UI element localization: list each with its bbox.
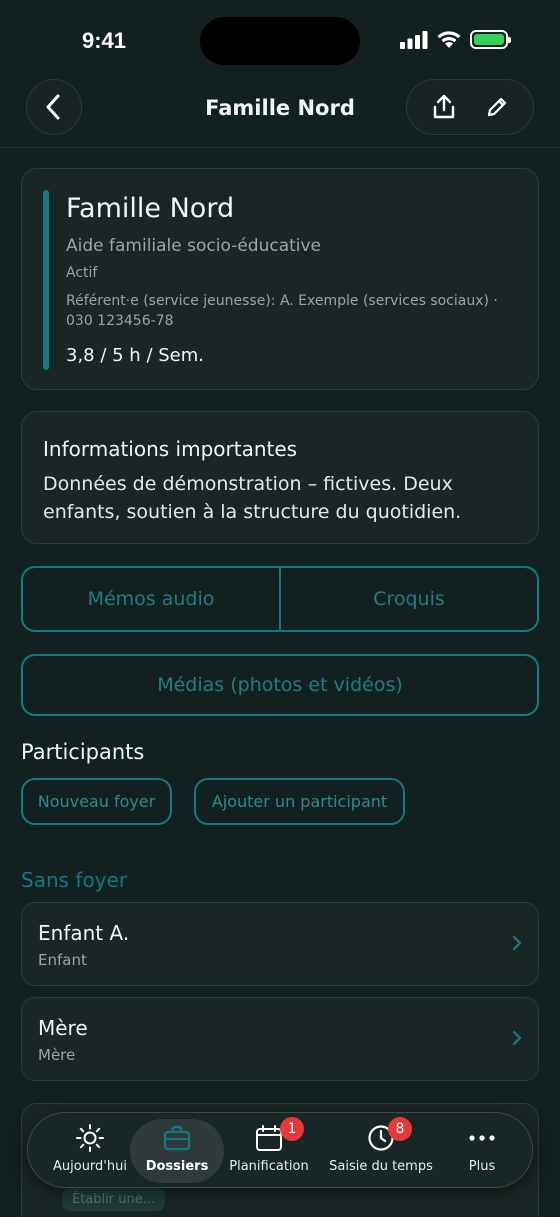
chevron-right-icon bbox=[512, 935, 522, 951]
dynamic-island bbox=[200, 17, 360, 65]
tab-more[interactable]: Plus bbox=[446, 1119, 518, 1183]
family-title: Famille Nord bbox=[66, 193, 235, 224]
tab-dossiers[interactable]: Dossiers bbox=[130, 1119, 224, 1183]
important-info-card: Informations importantes Données de démo… bbox=[21, 411, 539, 544]
participant-name: Enfant A. bbox=[38, 921, 130, 945]
participant-role: Mère bbox=[38, 1046, 76, 1064]
participant-row[interactable]: Mère Mère bbox=[21, 997, 539, 1081]
status-bar: 9:41 bbox=[0, 0, 560, 80]
tab-label: Plus bbox=[468, 1159, 496, 1174]
notification-badge: 8 bbox=[388, 1117, 412, 1141]
participant-name: Mère bbox=[38, 1016, 88, 1040]
navigation-bar: Famille Nord bbox=[0, 76, 560, 148]
info-text: Données de démonstration – fictives. Deu… bbox=[43, 473, 462, 523]
accent-bar bbox=[43, 190, 49, 370]
new-household-button[interactable]: Nouveau foyer bbox=[21, 778, 172, 825]
nav-actions bbox=[406, 79, 534, 135]
tab-label: Dossiers bbox=[145, 1159, 209, 1174]
edit-button[interactable] bbox=[477, 87, 517, 127]
calendar-icon bbox=[256, 1125, 282, 1151]
status-icons bbox=[400, 30, 511, 49]
media-button[interactable]: Médias (photos et vidéos) bbox=[21, 654, 539, 716]
participant-role: Enfant bbox=[38, 951, 87, 969]
notification-badge: 1 bbox=[280, 1117, 304, 1141]
briefcase-icon bbox=[163, 1125, 191, 1151]
status-time: 9:41 bbox=[82, 28, 127, 53]
family-hours: 3,8 / 5 h / Sem. bbox=[66, 345, 204, 366]
notes-segment: Mémos audio Croquis bbox=[21, 566, 539, 632]
tab-planning[interactable]: Planification 1 bbox=[222, 1117, 316, 1183]
wifi-icon bbox=[437, 31, 461, 48]
family-status: Actif bbox=[66, 265, 98, 281]
family-referent: Référent·e (service jeunesse): A. Exempl… bbox=[66, 293, 498, 329]
tab-time-entry[interactable]: Saisie du temps 8 bbox=[326, 1117, 436, 1183]
participant-row[interactable]: Enfant A. Enfant bbox=[21, 902, 539, 986]
chevron-right-icon bbox=[512, 1030, 522, 1046]
sun-icon bbox=[76, 1124, 104, 1152]
more-icon bbox=[469, 1135, 495, 1141]
household-tag: Établir une... bbox=[62, 1188, 166, 1211]
sketch-button[interactable]: Croquis bbox=[281, 568, 537, 630]
family-summary-card: Famille Nord Aide familiale socio-éducat… bbox=[21, 168, 539, 390]
add-participant-button[interactable]: Ajouter un participant bbox=[194, 778, 405, 825]
audio-memos-button[interactable]: Mémos audio bbox=[23, 568, 279, 630]
tab-label: Planification bbox=[229, 1159, 309, 1174]
group-title: Sans foyer bbox=[21, 868, 128, 892]
tab-today[interactable]: Aujourd'hui bbox=[42, 1119, 138, 1183]
family-subtitle: Aide familiale socio-éducative bbox=[66, 236, 322, 256]
participants-title: Participants bbox=[21, 740, 145, 764]
tab-bar: Aujourd'hui Dossiers Planification 1 Sai… bbox=[27, 1112, 533, 1188]
info-title: Informations importantes bbox=[43, 437, 298, 461]
signal-icon bbox=[400, 30, 428, 49]
battery-icon bbox=[470, 30, 511, 49]
share-button[interactable] bbox=[424, 87, 464, 127]
tab-label: Aujourd'hui bbox=[53, 1159, 127, 1174]
tab-label: Saisie du temps bbox=[329, 1159, 433, 1174]
pencil-icon bbox=[487, 97, 506, 117]
share-icon bbox=[433, 94, 454, 119]
